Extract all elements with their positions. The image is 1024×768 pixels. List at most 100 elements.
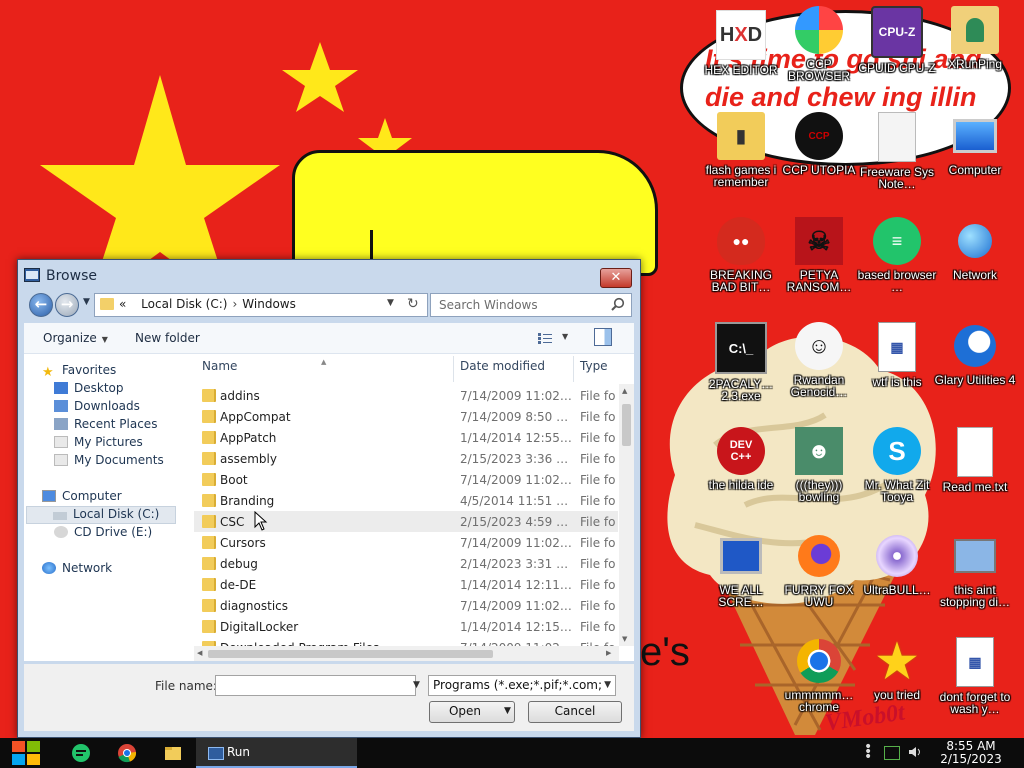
star-icon: ★: [876, 635, 918, 687]
nav-my-pictures-label: My Pictures: [74, 435, 143, 449]
desktop-icon-hilda-ide[interactable]: DEV C++ the hilda ide: [699, 427, 783, 527]
scrollbar-thumb[interactable]: [208, 650, 493, 658]
desktop-icon-hex-editor[interactable]: HXD HEX EDITOR: [699, 10, 783, 110]
breadcrumb-windows[interactable]: Windows: [242, 297, 296, 311]
desktop-icon-ultrabull[interactable]: UltraBULL…: [855, 532, 939, 632]
navigation-bar: ← → ▼ « Local Disk (C:) › Windows ▼ ↻ Sear…: [24, 291, 634, 319]
ccp-browser-icon: [795, 6, 843, 54]
vertical-scrollbar[interactable]: ▲ ▼: [619, 384, 634, 646]
tray-overflow-icon[interactable]: • • •: [864, 740, 872, 764]
nav-my-documents[interactable]: My Documents: [54, 453, 164, 471]
address-bar[interactable]: « Local Disk (C:) › Windows ▼ ↻: [94, 293, 428, 317]
file-row[interactable]: debug 2/14/2023 3:31 … File fo: [194, 553, 618, 574]
desktop-icon-ccp-utopia[interactable]: CCP CCP UTOPIA: [777, 112, 861, 212]
column-divider[interactable]: [453, 356, 454, 382]
desktop-icon-network[interactable]: Network: [933, 217, 1017, 317]
organize-button[interactable]: Organize ▼: [43, 331, 108, 345]
preview-pane-icon[interactable]: [594, 328, 612, 346]
desktop-icon-readme[interactable]: Read me.txt: [933, 427, 1017, 527]
file-row[interactable]: Boot 7/14/2009 11:02… File fo: [194, 469, 618, 490]
desktop-icon-we-all-scre[interactable]: WE ALL SCRE…: [699, 532, 783, 632]
breadcrumb-overflow[interactable]: «: [119, 297, 126, 311]
horizontal-scrollbar[interactable]: ◀ ▶: [194, 646, 619, 661]
close-button[interactable]: ✕: [600, 268, 632, 288]
back-button[interactable]: ←: [29, 293, 53, 317]
desktop-icon-rwandan[interactable]: ☺ Rwandan Genocid…: [777, 322, 861, 422]
view-dropdown-icon[interactable]: ▼: [562, 332, 568, 341]
file-row[interactable]: Cursors 7/14/2009 11:02… File fo: [194, 532, 618, 553]
desktop-icon-bowling[interactable]: ☻ (((they))) bowling: [777, 427, 861, 527]
new-folder-button[interactable]: New folder: [135, 331, 200, 345]
taskbar-file-explorer-icon[interactable]: [163, 743, 183, 763]
open-button[interactable]: Open: [429, 701, 515, 723]
volume-icon[interactable]: [908, 746, 922, 758]
desktop-icon-ccp-browser[interactable]: CCP BROWSER: [777, 6, 861, 106]
nav-desktop[interactable]: Desktop: [54, 381, 124, 399]
computer-icon: [42, 490, 56, 502]
taskbar-green-chat-icon[interactable]: [71, 743, 91, 763]
scrollbar-thumb[interactable]: [622, 404, 631, 446]
column-divider[interactable]: [573, 356, 574, 382]
desktop-icon-computer[interactable]: Computer: [933, 112, 1017, 212]
refresh-icon[interactable]: ↻: [407, 296, 419, 312]
file-row[interactable]: AppPatch 1/14/2014 12:55… File fo: [194, 427, 618, 448]
taskbar-chrome-icon[interactable]: [117, 743, 137, 763]
file-row[interactable]: Branding 4/5/2014 11:51 … File fo: [194, 490, 618, 511]
cancel-button[interactable]: Cancel: [528, 701, 622, 723]
desktop-icon-xrunping[interactable]: XRunPing: [933, 6, 1017, 106]
nav-downloads[interactable]: Downloads: [54, 399, 140, 417]
desktop-icon-2pacaly[interactable]: C:\_ 2PACALY… 2.3.exe: [699, 322, 783, 422]
desktop-icon-furry-fox[interactable]: FURRY FOX UWU: [777, 532, 861, 632]
desktop-icon-cpuz[interactable]: CPU-Z CPUID CPU-Z: [855, 6, 939, 106]
desktop-icon-freeware-sys-note[interactable]: Freeware Sys Note…: [855, 112, 939, 212]
taskbar-task-run[interactable]: Run: [196, 738, 357, 768]
desktop-icon-glary[interactable]: Glary Utilities 4: [933, 322, 1017, 422]
forward-button[interactable]: →: [55, 293, 79, 317]
search-input[interactable]: Search Windows: [439, 298, 538, 312]
file-list[interactable]: Name ▲ Date modified Type addins 7/14/200…: [194, 354, 634, 661]
nav-local-disk[interactable]: Local Disk (C:): [26, 506, 176, 524]
desktop-icon-wtf-is-this[interactable]: ▦ wtf is this: [855, 322, 939, 422]
breadcrumb-local-disk[interactable]: Local Disk (C:): [141, 297, 227, 311]
desktop-icon-breaking-bad[interactable]: ●● BREAKING BAD BIT…: [699, 217, 783, 317]
desktop-icon-chrome[interactable]: ummmmm… chrome: [777, 637, 861, 737]
scroll-down-icon[interactable]: ▼: [622, 635, 627, 643]
file-row[interactable]: diagnostics 7/14/2009 11:02… File fo: [194, 595, 618, 616]
open-options-dropdown-icon[interactable]: ▼: [504, 706, 511, 716]
file-row[interactable]: addins 7/14/2009 11:02… File fo: [194, 385, 618, 406]
nav-favorites[interactable]: ★ Favorites: [42, 363, 116, 381]
desktop-icon-this-aint-stopping[interactable]: this aint stopping di…: [933, 532, 1017, 632]
desktop-icon-you-tried[interactable]: ★ you tried: [855, 635, 939, 737]
nav-cd-drive[interactable]: CD Drive (E:): [54, 525, 152, 543]
nav-computer[interactable]: Computer: [42, 489, 122, 507]
nav-recent-places[interactable]: Recent Places: [54, 417, 157, 435]
taskbar-clock[interactable]: 8:55 AM 2/15/2023: [936, 740, 1006, 766]
dialog-titlebar[interactable]: Browse ✕: [18, 260, 640, 290]
desktop-icon-dont-forget[interactable]: ▦ dont forget to wash y…: [933, 637, 1017, 737]
file-name-dropdown-icon[interactable]: ▼: [413, 680, 420, 690]
start-button[interactable]: [10, 739, 42, 767]
file-row[interactable]: DigitalLocker 1/14/2014 12:15… File fo: [194, 616, 618, 637]
search-icon[interactable]: [611, 297, 625, 311]
file-type-select[interactable]: Programs (*.exe;*.pif;*.com;*. ▼: [428, 675, 616, 696]
scroll-up-icon[interactable]: ▲: [622, 387, 627, 395]
desktop-icon-based-browser[interactable]: ≡ based browser …: [855, 217, 939, 317]
network-status-icon[interactable]: [884, 746, 900, 760]
view-options-icon[interactable]: [538, 332, 552, 344]
scroll-left-icon[interactable]: ◀: [197, 649, 202, 657]
file-row[interactable]: AppCompat 7/14/2009 8:50 … File fo: [194, 406, 618, 427]
desktop-icon-flash-games[interactable]: ▮ flash games i remember: [699, 112, 783, 212]
search-box[interactable]: Search Windows: [430, 293, 632, 317]
address-dropdown-icon[interactable]: ▼: [387, 298, 394, 308]
nav-network[interactable]: Network: [42, 561, 112, 579]
desktop-icon-mr-what-zit[interactable]: S Mr. What Zit Tooya: [855, 427, 939, 527]
file-name: de-DE: [220, 578, 257, 592]
file-name-input[interactable]: [215, 675, 416, 696]
nav-my-pictures[interactable]: My Pictures: [54, 435, 143, 453]
desktop-icon-petya[interactable]: ☠ PETYA RANSOM…: [777, 217, 861, 317]
recent-locations-dropdown[interactable]: ▼: [83, 297, 90, 307]
scroll-right-icon[interactable]: ▶: [606, 649, 611, 657]
file-row[interactable]: de-DE 1/14/2014 12:11… File fo: [194, 574, 618, 595]
file-row[interactable]: assembly 2/15/2023 3:36 … File fo: [194, 448, 618, 469]
breadcrumb: « Local Disk (C:) › Windows: [119, 297, 296, 311]
